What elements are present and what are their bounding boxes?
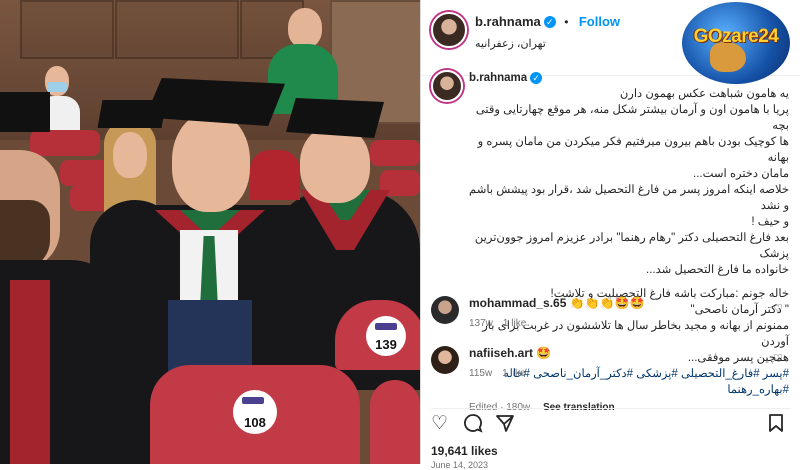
caption-line: ها کوچیک بودن باهم بیرون میرفتیم فکر میک…	[477, 136, 789, 164]
chair-number-badge: 108	[233, 390, 277, 434]
comment-icon[interactable]	[463, 413, 485, 435]
seat-row	[30, 130, 100, 156]
wall-panel	[20, 0, 114, 59]
chair-back	[370, 380, 420, 464]
action-bar: ♡	[431, 408, 791, 439]
wall-panel	[115, 0, 239, 59]
commenter-avatar[interactable]	[431, 296, 459, 324]
likes-count[interactable]: 19,641 likes	[431, 444, 498, 458]
comment-heart-icon[interactable]: ♡	[773, 302, 783, 315]
commenter-username[interactable]: mohammad_s.65	[469, 296, 566, 310]
comment-item: nafiiseh.art 🤩 115w 1 like ♡	[431, 346, 791, 379]
caption-author-avatar[interactable]	[431, 70, 463, 102]
comment-heart-icon[interactable]: ♡	[773, 352, 783, 365]
post-date: June 14, 2023	[431, 460, 489, 470]
watermark-text: GOzare24	[693, 26, 779, 47]
caption-line: و حیف !	[751, 216, 789, 228]
commenter-username[interactable]: nafiiseh.art	[469, 346, 533, 360]
send-icon[interactable]	[495, 413, 517, 435]
comment-item: mohammad_s.65 👏👏👏🤩🤩 137w 1 like ♡	[431, 296, 791, 329]
verified-badge-icon: ✓	[543, 15, 556, 28]
author-username[interactable]: b.rahnama	[475, 14, 541, 29]
comment-text: 🤩	[536, 346, 552, 360]
chair-number-badge: 139	[366, 316, 406, 356]
follow-button[interactable]: Follow	[579, 14, 620, 29]
post-photo[interactable]: 139 108	[0, 0, 420, 464]
caption-line: پریا با هامون اون و آرمان بیشتر شکل منه،…	[475, 104, 789, 132]
comment-likes[interactable]: 1 like	[503, 318, 526, 329]
post-sidebar: b.rahnama ✓ • Follow تهران، زعفرانیه GOza…	[420, 0, 800, 470]
comment-text: 👏👏👏🤩🤩	[569, 296, 645, 310]
post-location[interactable]: تهران، زعفرانیه	[475, 37, 620, 50]
post-dialog: 139 108 b.rahnama ✓ • Follow تهران، زعفرا…	[0, 0, 800, 470]
commenter-avatar[interactable]	[431, 346, 459, 374]
comment-age[interactable]: 115w	[469, 368, 492, 379]
verified-badge-icon: ✓	[530, 71, 543, 84]
caption-line: خانواده ما فارغ التحصیل شد...	[646, 264, 789, 276]
caption-line: خلاصه اینکه امروز پسر من فارغ التحصیل شد…	[469, 184, 789, 212]
caption-line: بعد فارغ التحصیلی دکتر "رهام رهنما" براد…	[474, 232, 789, 260]
seat-row	[370, 140, 420, 166]
heart-icon[interactable]: ♡	[431, 413, 453, 435]
bookmark-icon[interactable]	[767, 413, 789, 435]
comment-likes[interactable]: 1 like	[502, 368, 525, 379]
comment-age[interactable]: 137w	[469, 318, 493, 329]
caption-username[interactable]: b.rahnama	[469, 72, 527, 84]
separator-dot: •	[564, 15, 569, 29]
caption-line: مامان دختره است...	[693, 168, 789, 180]
author-avatar[interactable]	[431, 12, 467, 48]
caption-line: یه هامون شباهت عکس بهمون دارن	[619, 88, 789, 100]
